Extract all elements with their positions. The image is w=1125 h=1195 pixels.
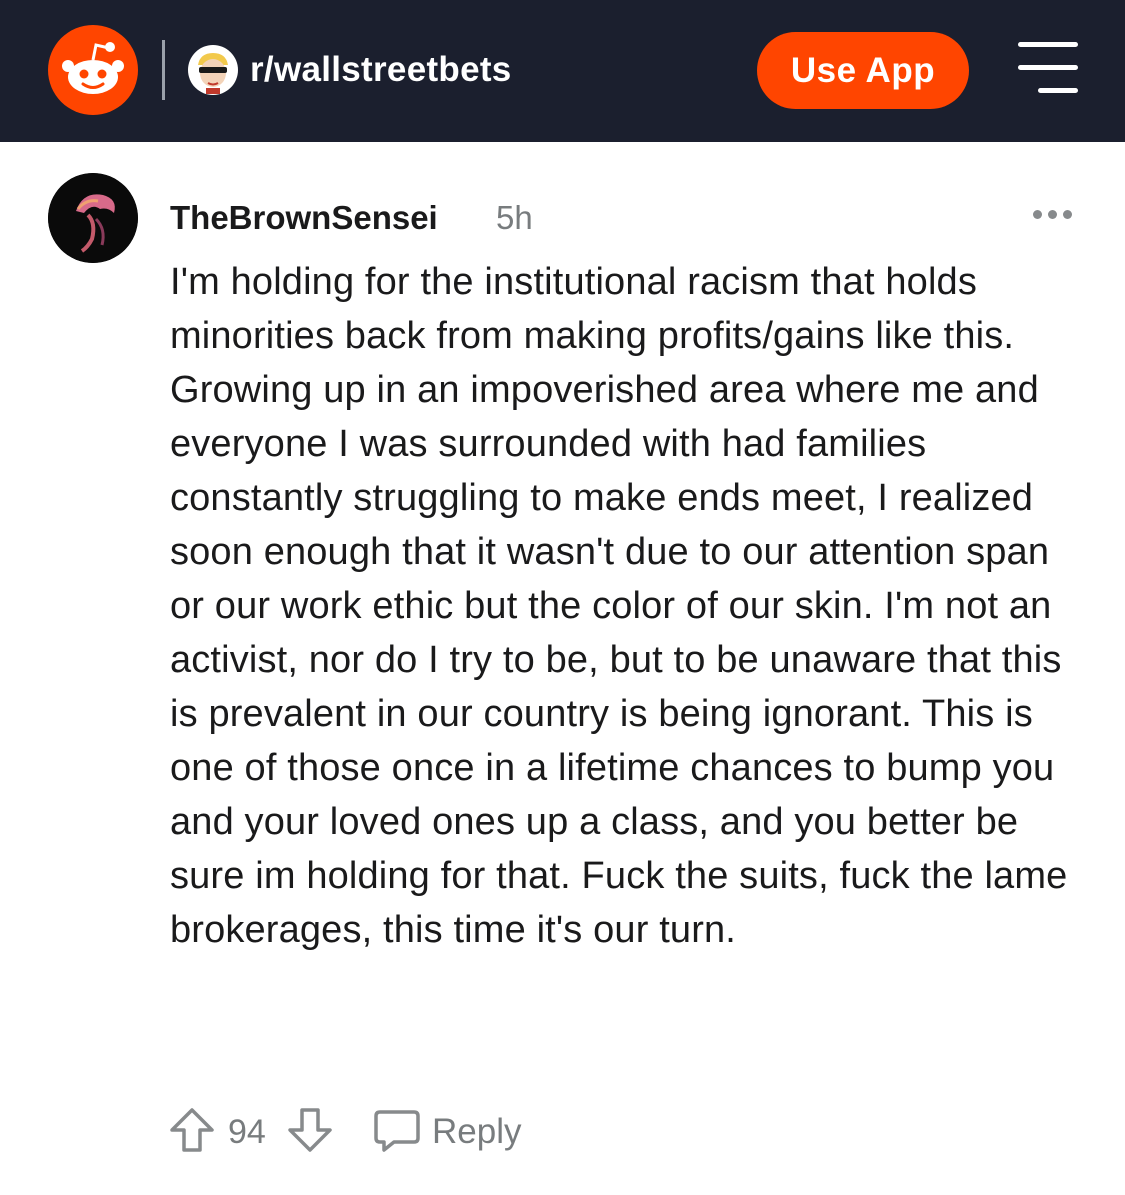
hamburger-menu-icon[interactable] [1018,42,1078,94]
upvote-icon[interactable] [168,1106,216,1154]
reply-button[interactable]: Reply [432,1112,521,1152]
more-options-icon[interactable] [1033,210,1073,220]
downvote-icon[interactable] [286,1106,334,1154]
user-avatar[interactable] [48,173,138,263]
vote-score: 94 [228,1113,266,1151]
header-divider [162,40,165,100]
comment-body: I'm holding for the institutional racism… [170,261,1068,951]
comment-age: 5h [496,199,533,236]
use-app-button[interactable]: Use App [757,32,969,109]
reply-icon[interactable] [372,1106,422,1154]
top-navigation-bar: r/wallstreetbets Use App [0,0,1125,142]
reddit-logo-icon[interactable] [48,25,138,115]
comment-author[interactable]: TheBrownSensei [170,198,438,238]
wallstreetbets-avatar-icon[interactable] [188,45,238,95]
subreddit-name[interactable]: r/wallstreetbets [250,50,512,90]
